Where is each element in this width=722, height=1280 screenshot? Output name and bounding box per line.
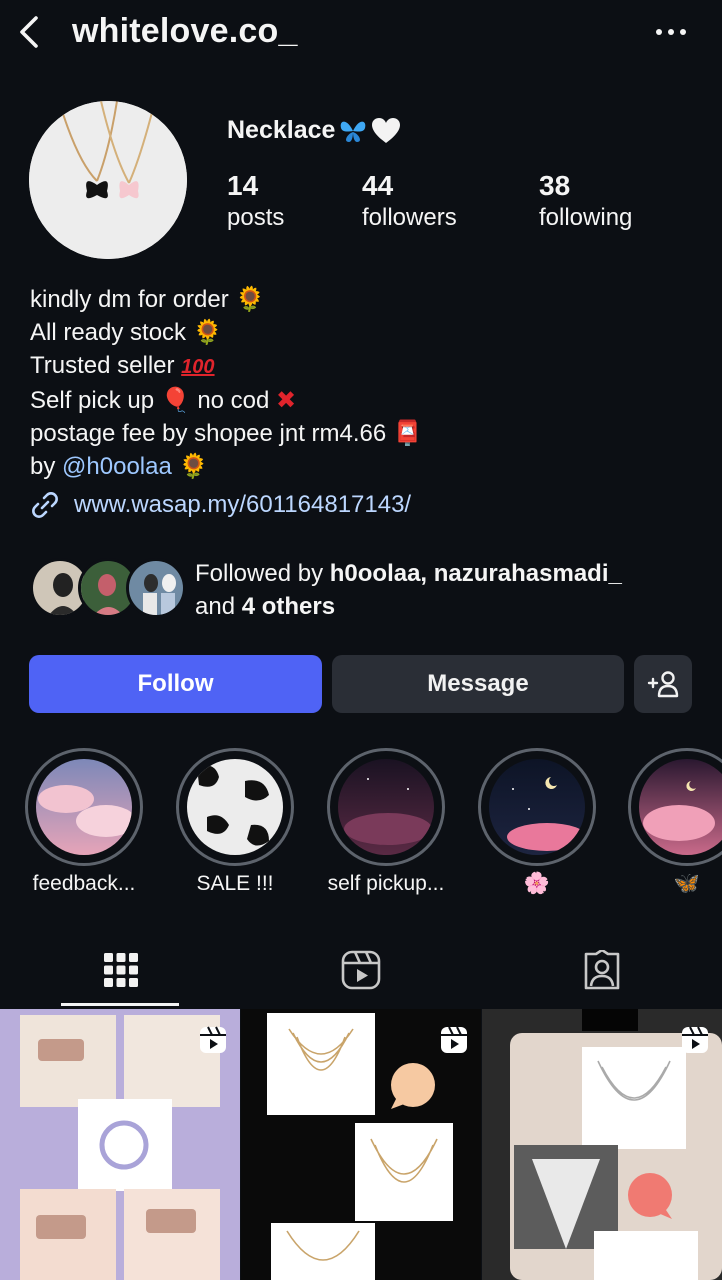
- mutual-follower-avatar: [126, 558, 186, 618]
- bio-line: All ready stock 🌻: [30, 316, 700, 349]
- posts-label: posts: [227, 204, 285, 231]
- highlight-ring: [478, 748, 596, 866]
- profile-tabs: [0, 935, 722, 1009]
- profile-website-link[interactable]: www.wasap.my/601164817143/: [30, 490, 411, 520]
- followed-by-others: 4 others: [241, 593, 336, 620]
- highlight-cover: [187, 759, 283, 855]
- grid-post[interactable]: [241, 1009, 481, 1280]
- following-label: following: [539, 204, 633, 231]
- following-count: 38: [539, 170, 571, 201]
- story-highlight[interactable]: feedback...: [25, 748, 143, 896]
- add-person-icon: [647, 671, 679, 698]
- bio-text: by: [30, 453, 56, 480]
- bio-text: kindly dm for order: [30, 286, 229, 313]
- reels-icon: [341, 950, 381, 990]
- bio-line: kindly dm for order 🌻: [30, 283, 700, 316]
- more-options-icon[interactable]: [654, 20, 688, 44]
- grid-icon: [104, 953, 138, 987]
- cross-mark-emoji-icon: ✖: [276, 387, 297, 414]
- tagged-person-icon: [584, 950, 620, 990]
- posts-count: 14: [227, 170, 259, 201]
- highlight-ring: [628, 748, 722, 866]
- highlight-cover: [338, 759, 434, 855]
- bio-text: All ready stock: [30, 319, 187, 346]
- followed-by-prefix: Followed by: [195, 560, 324, 587]
- highlight-label: SALE !!!: [196, 872, 274, 895]
- white-heart-emoji-icon: [372, 117, 401, 143]
- bio-line: postage fee by shopee jnt rm4.66 📮: [30, 417, 700, 450]
- postbox-emoji-icon: 📮: [392, 420, 423, 447]
- mutual-followers-text[interactable]: Followed by h0oolaa, nazurahasmadi_ and …: [195, 557, 622, 623]
- link-icon: [32, 492, 58, 518]
- bio-text: no cod: [197, 387, 270, 414]
- highlight-cover: [489, 759, 585, 855]
- bio-line: Trusted seller 100: [30, 349, 700, 384]
- stat-following[interactable]: 38 following: [539, 170, 632, 234]
- highlight-cover: [36, 759, 132, 855]
- bio-line: Self pick up 🎈 no cod ✖: [30, 384, 700, 417]
- butterfly-emoji-icon: [341, 121, 366, 142]
- story-highlight[interactable]: 🦋: [628, 748, 722, 896]
- website-url[interactable]: www.wasap.my/601164817143/: [74, 491, 411, 519]
- highlight-label: feedback...: [32, 872, 136, 895]
- stat-posts[interactable]: 14 posts: [227, 170, 284, 234]
- bio-line: by @h0oolaa 🌻: [30, 450, 700, 483]
- highlight-label: self pickup...: [327, 872, 445, 895]
- bio-text: Self pick up: [30, 387, 155, 414]
- stat-followers[interactable]: 44 followers: [362, 170, 457, 234]
- story-highlight[interactable]: SALE !!!: [176, 748, 294, 896]
- followed-by-names: h0oolaa, nazurahasmadi_: [329, 560, 622, 587]
- highlight-label: 🦋: [673, 872, 701, 895]
- reel-indicator-icon: [682, 1026, 708, 1053]
- follow-button[interactable]: Follow: [29, 655, 322, 713]
- profile-username: whitelove.co_: [72, 12, 298, 50]
- bio-text: postage fee by shopee jnt rm4.66: [30, 420, 387, 447]
- grid-post[interactable]: [482, 1009, 722, 1280]
- balloon-emoji-icon: 🎈: [160, 387, 191, 414]
- tab-posts-grid[interactable]: [61, 935, 181, 1005]
- display-name-text: Necklace: [227, 116, 336, 144]
- profile-avatar[interactable]: [29, 101, 187, 259]
- grid-post[interactable]: [0, 1009, 240, 1280]
- message-button[interactable]: Message: [332, 655, 624, 713]
- highlight-ring: [327, 748, 445, 866]
- tab-reels[interactable]: [301, 935, 421, 1005]
- back-chevron-icon[interactable]: [14, 12, 44, 52]
- reel-indicator-icon: [200, 1026, 226, 1053]
- followers-label: followers: [362, 204, 457, 231]
- followers-count: 44: [362, 170, 394, 201]
- active-tab-indicator: [61, 1003, 179, 1006]
- reel-indicator-icon: [441, 1026, 467, 1053]
- profile-display-name: Necklace: [227, 116, 401, 145]
- story-highlight[interactable]: self pickup...: [327, 748, 445, 896]
- story-highlight[interactable]: 🌸: [478, 748, 596, 896]
- profile-bio: kindly dm for order 🌻 All ready stock 🌻 …: [30, 283, 700, 483]
- posts-grid: [0, 1009, 722, 1280]
- highlight-ring: [25, 748, 143, 866]
- sunflower-emoji-icon: 🌻: [235, 286, 266, 313]
- hundred-points-emoji-icon: 100: [181, 356, 215, 378]
- bio-text: Trusted seller: [30, 352, 175, 379]
- suggested-accounts-button[interactable]: [634, 655, 692, 713]
- followed-by-and: and: [195, 593, 236, 620]
- tab-tagged[interactable]: [542, 935, 662, 1005]
- bio-mention-link[interactable]: @h0oolaa: [62, 453, 172, 480]
- highlight-label: 🌸: [523, 872, 551, 895]
- sunflower-emoji-icon: 🌻: [192, 319, 223, 346]
- sunflower-emoji-icon: 🌻: [178, 453, 209, 480]
- top-bar: whitelove.co_: [0, 0, 722, 68]
- highlight-ring: [176, 748, 294, 866]
- highlight-cover: [639, 759, 722, 855]
